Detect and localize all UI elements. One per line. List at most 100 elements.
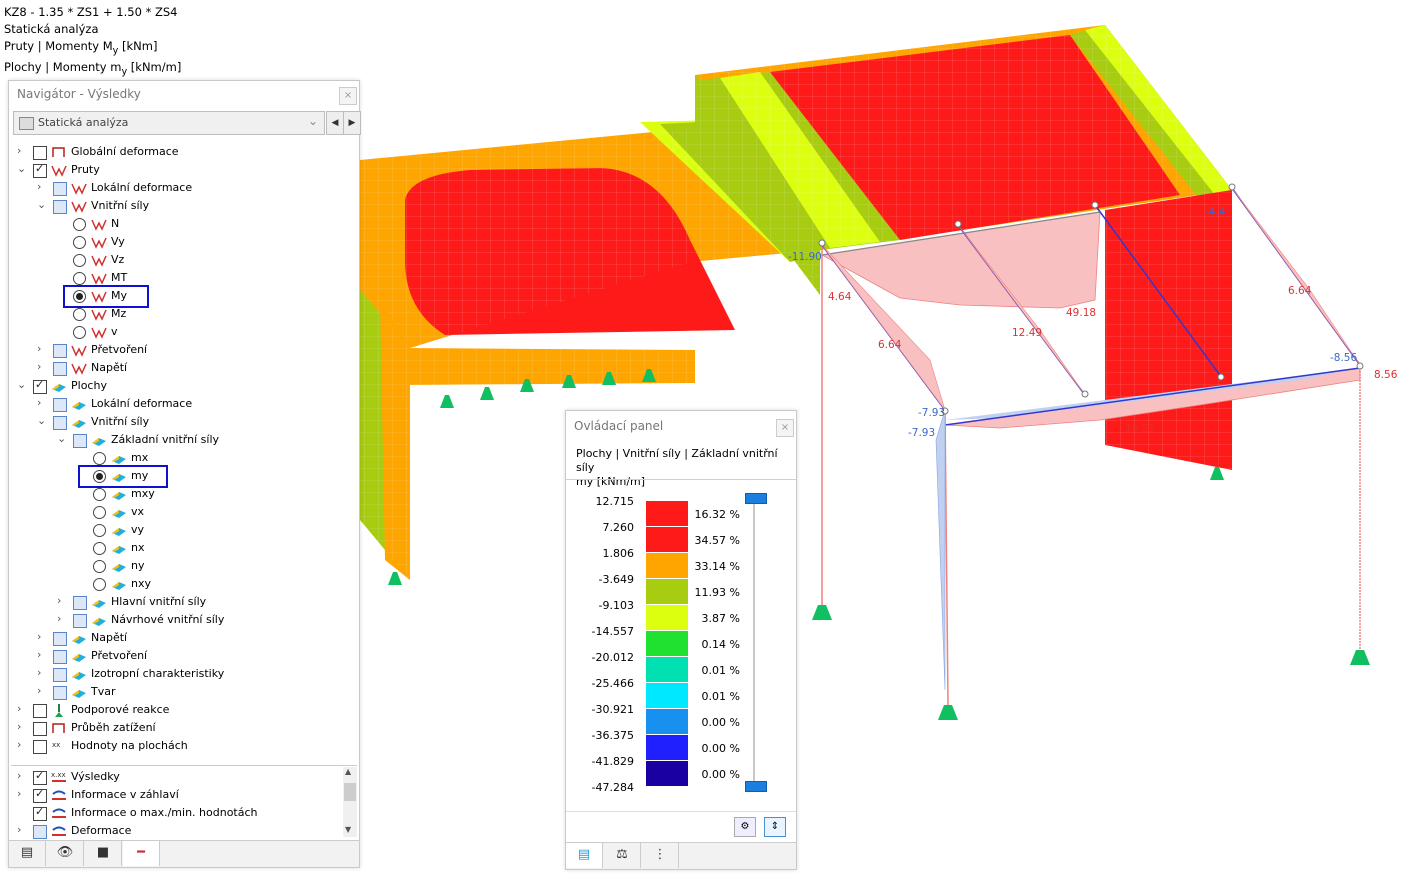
expand-icon[interactable]: › (37, 396, 47, 409)
option-label: Výsledky (71, 770, 120, 783)
checkbox[interactable] (33, 722, 47, 736)
radio[interactable] (93, 542, 106, 555)
analysis-type-select[interactable]: Statická analýza ⌄ (13, 111, 325, 135)
radio[interactable] (93, 560, 106, 573)
tab-data-icon[interactable]: ▤ (9, 841, 46, 866)
radio[interactable] (93, 578, 106, 591)
checkbox[interactable] (53, 686, 67, 700)
checkbox[interactable] (53, 416, 67, 430)
expand-icon[interactable]: › (17, 823, 27, 836)
scale-icon[interactable]: ⇕ (764, 817, 786, 837)
tree-item-label: Napětí (91, 631, 128, 644)
radio[interactable] (73, 326, 86, 339)
navigator-scrollbar[interactable]: ▲ ▼ (343, 767, 357, 837)
tree-item-label: mx (131, 451, 149, 464)
surface-icon (112, 510, 126, 518)
checkbox[interactable] (33, 162, 47, 178)
expand-icon[interactable]: › (37, 648, 47, 661)
expand-icon[interactable]: › (17, 769, 27, 782)
checkbox[interactable] (53, 668, 67, 682)
checkbox[interactable] (33, 740, 47, 754)
legend-percentage: 3.87 % (701, 612, 740, 625)
scroll-up-icon[interactable]: ▲ (345, 767, 351, 776)
radio[interactable] (73, 308, 86, 321)
collapse-icon[interactable]: ⌄ (37, 414, 47, 427)
model-label-h: 8.56 (1374, 369, 1398, 381)
radio[interactable] (93, 506, 106, 519)
expand-icon[interactable]: › (37, 666, 47, 679)
checkbox[interactable] (33, 825, 47, 839)
expand-icon[interactable]: › (37, 342, 47, 355)
expand-icon[interactable]: › (37, 684, 47, 697)
expand-icon[interactable]: › (17, 702, 27, 715)
force-icon (91, 237, 107, 249)
tab-balance-icon[interactable]: ⚖ (604, 843, 641, 868)
expand-icon[interactable]: › (37, 180, 47, 193)
checkbox[interactable] (53, 200, 67, 214)
expand-icon[interactable]: › (37, 630, 47, 643)
tree-item-label: Základní vnitřní síly (111, 433, 220, 446)
radio[interactable] (93, 524, 106, 537)
checkbox[interactable] (33, 378, 47, 394)
checkbox[interactable] (53, 362, 67, 376)
tab-filter-icon[interactable]: ⋮ (642, 843, 679, 868)
scale-slider-bottom-handle[interactable] (745, 781, 767, 792)
beam-moment-diagram (820, 211, 1361, 429)
scroll-thumb[interactable] (344, 783, 356, 801)
tree-item-label: Návrhové vnitřní síly (111, 613, 225, 626)
scale-slider-top-handle[interactable] (745, 493, 767, 504)
expand-icon[interactable]: › (37, 360, 47, 373)
checkbox[interactable] (73, 596, 87, 610)
collapse-icon[interactable]: ⌄ (37, 198, 47, 211)
checkbox[interactable] (53, 398, 67, 412)
control-panel-close-button[interactable]: × (776, 419, 794, 437)
checkbox[interactable] (73, 434, 87, 448)
surface-icon (92, 438, 106, 446)
svg-text:x.xx: x.xx (51, 771, 66, 779)
settings-icon[interactable]: ⚙ (734, 817, 756, 837)
tab-camera-icon[interactable]: ■ (85, 841, 122, 866)
scroll-down-icon[interactable]: ▼ (345, 825, 351, 834)
radio[interactable] (73, 218, 86, 231)
checkbox[interactable] (53, 182, 67, 196)
model-label-k: 10.21 (1125, 423, 1155, 435)
checkbox[interactable] (53, 650, 67, 664)
tab-results-icon[interactable]: ━ (123, 841, 160, 866)
checkbox[interactable] (73, 614, 87, 628)
header-load-combination: KZ8 - 1.35 * ZS1 + 1.50 * ZS4 (4, 5, 178, 19)
checkbox[interactable] (53, 344, 67, 358)
highlight-frame (78, 465, 168, 488)
expand-icon[interactable]: › (17, 144, 27, 157)
tab-color-scale-icon[interactable]: ▤ (566, 843, 603, 868)
checkbox[interactable] (33, 769, 47, 785)
previous-button[interactable]: ◀ (326, 111, 344, 135)
expand-icon[interactable]: › (17, 720, 27, 733)
radio[interactable] (73, 236, 86, 249)
info-icon (52, 790, 66, 800)
surface-icon (72, 654, 86, 662)
navigator-close-button[interactable]: × (339, 87, 357, 105)
collapse-icon[interactable]: ⌄ (17, 378, 27, 391)
tab-view-eye-icon[interactable]: 👁 (47, 841, 84, 866)
checkbox[interactable] (33, 805, 47, 821)
collapse-icon[interactable]: ⌄ (57, 432, 67, 445)
checkbox[interactable] (33, 704, 47, 718)
expand-icon[interactable]: › (57, 594, 67, 607)
collapse-icon[interactable]: ⌄ (17, 162, 27, 175)
expand-icon[interactable]: › (57, 612, 67, 625)
surface-icon (72, 672, 86, 680)
expand-icon[interactable]: › (17, 787, 27, 800)
radio[interactable] (73, 254, 86, 267)
radio[interactable] (93, 488, 106, 501)
member-diagram-icon (71, 363, 87, 375)
radio[interactable] (93, 452, 106, 465)
scale-slider-track[interactable] (753, 497, 755, 787)
checkbox[interactable] (33, 787, 47, 803)
next-button[interactable]: ▶ (343, 111, 361, 135)
checkbox[interactable] (33, 146, 47, 160)
legend-color-swatch (646, 735, 688, 760)
expand-icon[interactable]: › (17, 738, 27, 751)
checkbox[interactable] (53, 632, 67, 646)
navigator-results-panel: Navigátor - Výsledky × Statická analýza … (8, 80, 361, 868)
radio[interactable] (73, 272, 86, 285)
